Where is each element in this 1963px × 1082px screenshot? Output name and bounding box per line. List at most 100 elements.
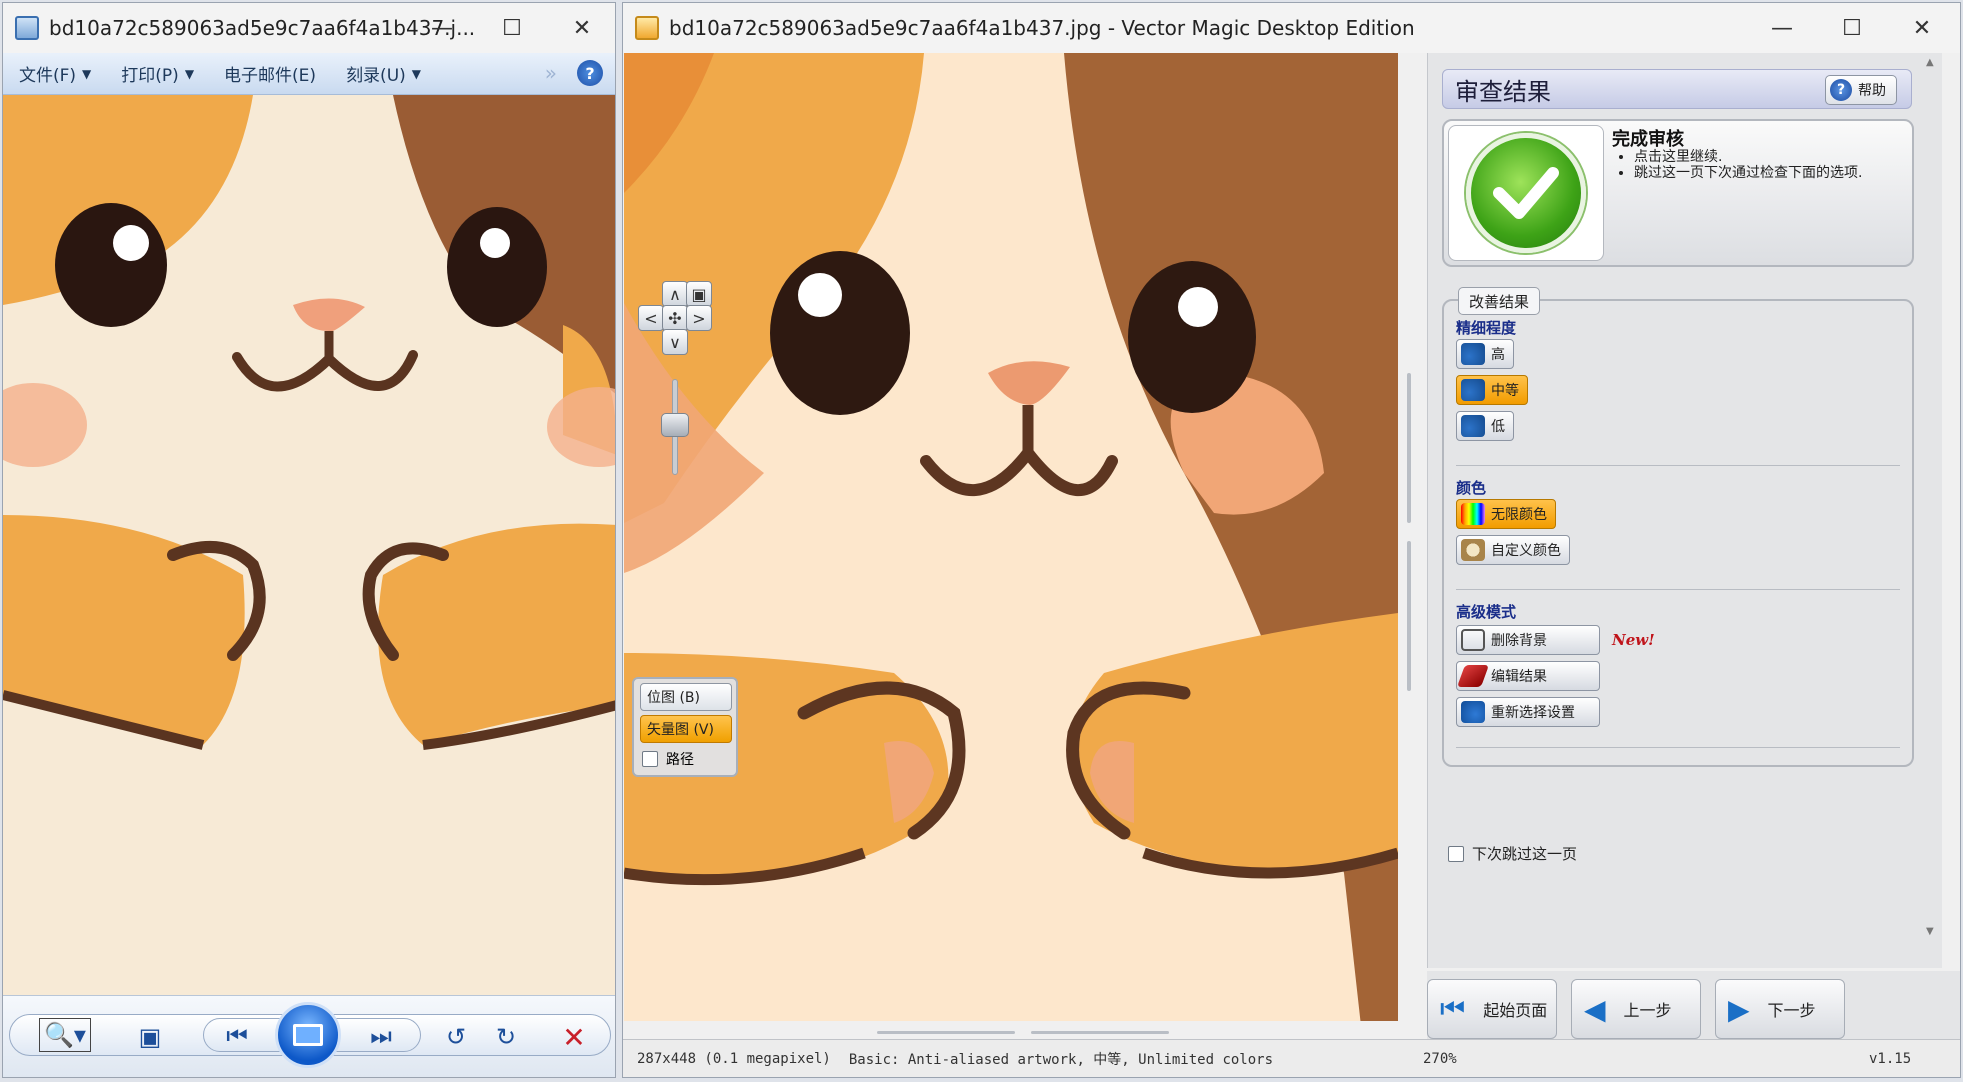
panel-title: 审查结果 — [1455, 77, 1551, 106]
close-icon[interactable]: ✕ — [1887, 3, 1957, 53]
detail-high-label: 高 — [1491, 347, 1505, 363]
review-panel: 审查结果 ? 帮助 完成审核 点击这里继续. 跳过这一页下次通过检查下面的选项.… — [1427, 53, 1942, 968]
vector-magic-window: bd10a72c589063ad5e9c7aa6f4a1b437.jpg - V… — [622, 2, 1961, 1078]
paths-toggle[interactable]: 路径 — [642, 749, 694, 769]
rotate-right-icon[interactable]: ↻ — [491, 1022, 521, 1052]
rotate-left-icon[interactable]: ↺ — [441, 1022, 471, 1052]
detail-low-button[interactable]: 低 — [1456, 411, 1514, 441]
reselect-settings-button[interactable]: 重新选择设置 — [1456, 697, 1600, 727]
slideshow-icon — [293, 1024, 323, 1046]
viewer-menubar: 文件(F) ▼ 打印(P) ▼ 电子邮件(E) 刻录(U) ▼ » ? — [3, 53, 615, 95]
rainbow-icon — [1461, 503, 1485, 525]
unlimited-colors-label: 无限颜色 — [1491, 507, 1547, 523]
close-icon[interactable]: ✕ — [547, 3, 615, 53]
wizard-nav: ⏮ 起始页面 ◀ 上一步 ▶ 下一步 — [1427, 971, 1960, 1039]
zoom-fit-button[interactable]: ▣ — [686, 281, 712, 307]
arrow-right-icon: ▶ — [1728, 992, 1750, 1026]
menu-print[interactable]: 打印(P) ▼ — [105, 61, 208, 86]
improve-results-tab[interactable]: 改善结果 — [1458, 287, 1541, 315]
canvas-scrollbar-horizontal-left[interactable] — [877, 1031, 1015, 1034]
pencil-icon — [1456, 665, 1490, 687]
photo-viewer-window: bd10a72c589063ad5e9c7aa6f4a1b437.j... — … — [2, 2, 616, 1078]
skip-page-toggle[interactable]: 下次跳过这一页 — [1448, 843, 1577, 864]
canvas-scrollbar-horizontal-right[interactable] — [1031, 1031, 1169, 1034]
next-icon[interactable]: ⏭ — [363, 1022, 399, 1050]
finish-review-hints: 点击这里继续. 跳过这一页下次通过检查下面的选项. — [1622, 149, 1902, 181]
zoom-level: 270% — [1423, 1050, 1457, 1067]
skip-page-checkbox[interactable] — [1448, 845, 1464, 862]
scissors-icon — [1461, 629, 1485, 651]
start-page-label: 起始页面 — [1483, 1001, 1548, 1020]
paths-label: 路径 — [666, 752, 694, 768]
section-divider — [1456, 747, 1900, 748]
app-titlebar[interactable]: bd10a72c589063ad5e9c7aa6f4a1b437.jpg - V… — [623, 3, 1960, 53]
zoom-icon[interactable]: 🔍▾ — [39, 1018, 91, 1052]
help-label: 帮助 — [1858, 83, 1886, 99]
menu-file-label: 文件(F) — [19, 66, 77, 86]
slideshow-button[interactable] — [275, 1002, 341, 1068]
section-divider — [1456, 589, 1900, 590]
custom-colors-button[interactable]: 自定义颜色 — [1456, 535, 1570, 565]
canvas-scrollbar-vertical-lower[interactable] — [1407, 541, 1411, 691]
maximize-icon[interactable]: ☐ — [1817, 3, 1887, 53]
menu-file[interactable]: 文件(F) ▼ — [3, 61, 105, 86]
scroll-down-icon[interactable]: ▼ — [1926, 926, 1934, 937]
checkmark-icon — [1466, 133, 1586, 253]
undo-icon — [1461, 701, 1485, 723]
edit-result-label: 编辑结果 — [1491, 669, 1547, 685]
finish-review-title: 完成审核 — [1612, 129, 1684, 150]
minimize-icon[interactable]: — — [1747, 3, 1817, 53]
canvas-scrollbar-vertical-upper[interactable] — [1407, 373, 1411, 523]
pan-left-button[interactable]: < — [638, 305, 664, 331]
vector-magic-app-icon — [635, 16, 659, 40]
zoom-slider-handle[interactable] — [661, 413, 689, 437]
chevron-down-icon: ▼ — [411, 66, 422, 81]
help-icon: ? — [1830, 79, 1852, 101]
checkmark-image — [1448, 125, 1604, 261]
custom-colors-label: 自定义颜色 — [1491, 543, 1561, 559]
redo-icon — [1461, 379, 1485, 401]
start-page-button[interactable]: ⏮ 起始页面 — [1427, 979, 1557, 1039]
vector-canvas[interactable]: ∧ ▣ < ✣ > ∨ 位图 (B) 矢量图 (V) 路径 — [624, 53, 1398, 1021]
previous-icon[interactable]: ⏮ — [219, 1022, 255, 1050]
new-badge: New! — [1612, 631, 1655, 649]
viewer-titlebar[interactable]: bd10a72c589063ad5e9c7aa6f4a1b437.j... — … — [3, 3, 615, 53]
scroll-up-icon[interactable]: ▲ — [1926, 57, 1934, 68]
pan-right-button[interactable]: > — [686, 305, 712, 331]
delete-icon[interactable]: ✕ — [559, 1021, 589, 1054]
bitmap-view-button[interactable]: 位图 (B) — [640, 683, 732, 711]
menu-burn[interactable]: 刻录(U) ▼ — [330, 61, 435, 86]
help-icon[interactable]: ? — [577, 60, 603, 86]
unlimited-colors-button[interactable]: 无限颜色 — [1456, 499, 1556, 529]
chevron-down-icon: ▼ — [184, 66, 195, 81]
vectorized-image — [624, 53, 1398, 1021]
pan-center-button[interactable]: ✣ — [662, 305, 688, 331]
chevron-down-icon: ▼ — [82, 66, 92, 81]
actual-size-icon[interactable]: ▣ — [135, 1022, 165, 1052]
mode-info: Basic: Anti-aliased artwork, 中等, Unlimit… — [848, 1051, 1274, 1068]
remove-background-button[interactable]: 删除背景 — [1456, 625, 1600, 655]
help-button[interactable]: ? 帮助 — [1825, 75, 1897, 105]
color-label: 颜色 — [1456, 479, 1487, 497]
edit-result-button[interactable]: 编辑结果 — [1456, 661, 1600, 691]
maximize-icon[interactable]: ☐ — [477, 3, 547, 53]
more-chevron-icon[interactable]: » — [545, 61, 557, 85]
pan-up-button[interactable]: ∧ — [662, 281, 688, 307]
first-page-icon: ⏮ — [1440, 992, 1466, 1025]
vector-view-button[interactable]: 矢量图 (V) — [640, 715, 732, 743]
panel-scrollbar[interactable]: ▲ ▼ — [1924, 57, 1938, 937]
minimize-icon[interactable]: — — [407, 3, 477, 53]
detail-high-button[interactable]: 高 — [1456, 339, 1514, 369]
paths-checkbox[interactable] — [642, 751, 658, 767]
redo-icon — [1461, 415, 1485, 437]
skip-page-label: 下次跳过这一页 — [1472, 845, 1578, 863]
view-mode-box: 位图 (B) 矢量图 (V) 路径 — [632, 677, 738, 777]
menu-email[interactable]: 电子邮件(E) — [208, 61, 330, 86]
next-button[interactable]: ▶ 下一步 — [1715, 979, 1845, 1039]
back-button[interactable]: ◀ 上一步 — [1571, 979, 1701, 1039]
pan-down-button[interactable]: ∨ — [662, 329, 688, 355]
menu-email-label: 电子邮件(E) — [224, 66, 317, 86]
finish-review-button[interactable]: 完成审核 点击这里继续. 跳过这一页下次通过检查下面的选项. — [1442, 119, 1914, 267]
reselect-settings-label: 重新选择设置 — [1491, 705, 1575, 721]
detail-medium-button[interactable]: 中等 — [1456, 375, 1528, 405]
